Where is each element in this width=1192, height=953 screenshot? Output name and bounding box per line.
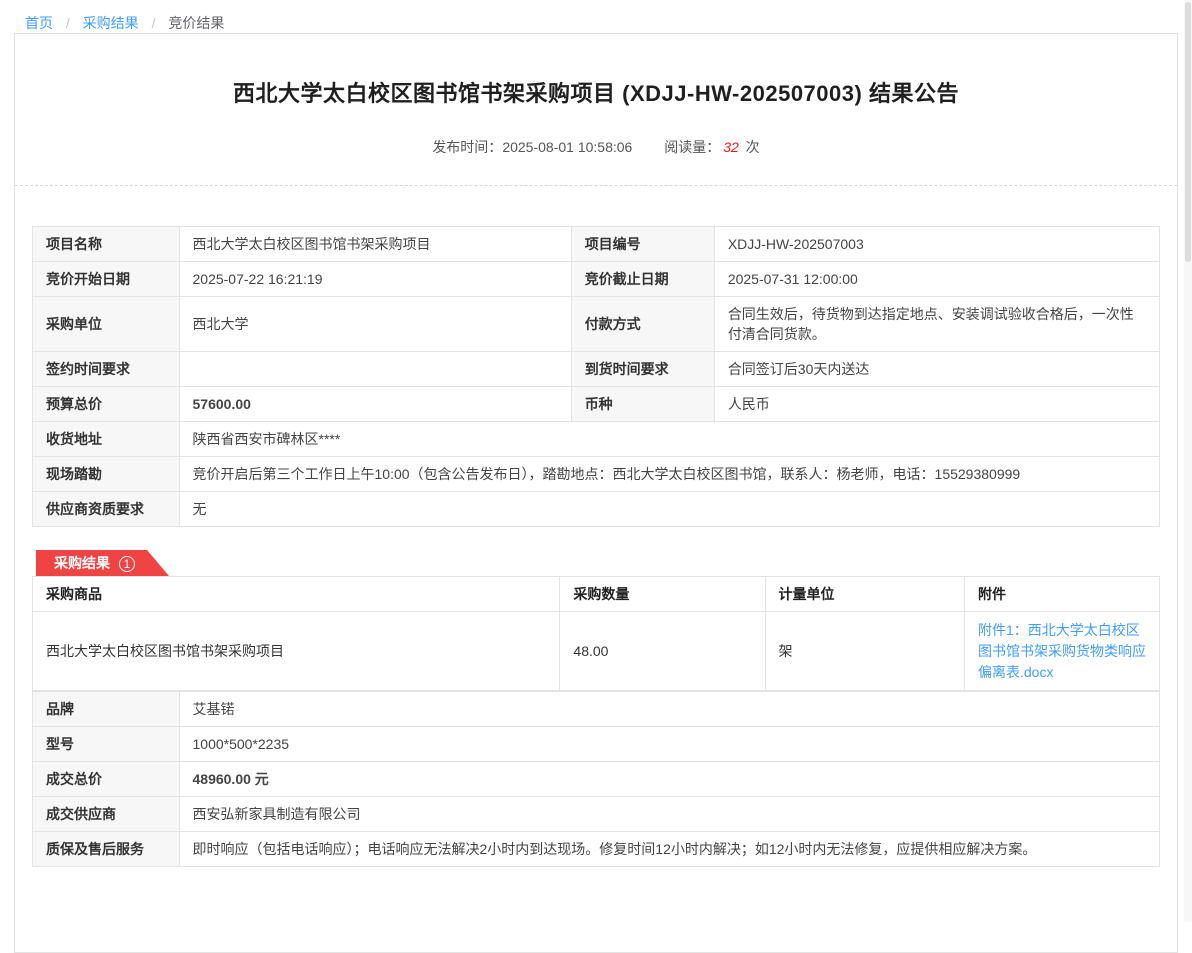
detail-label: 品牌	[33, 692, 180, 727]
detail-label: 质保及售后服务	[33, 832, 180, 867]
info-value: 无	[179, 492, 1160, 527]
col-header-unit: 计量单位	[765, 577, 964, 612]
announcement-card: 西北大学太白校区图书馆书架采购项目 (XDJJ-HW-202507003) 结果…	[14, 33, 1178, 953]
info-label: 到货时间要求	[571, 352, 714, 387]
table-row: 成交供应商 西安弘新家具制造有限公司	[33, 797, 1160, 832]
table-row: 西北大学太白校区图书馆书架采购项目 48.00 架 附件1：西北大学太白校区图书…	[33, 612, 1160, 691]
publish-time: 发布时间：2025-08-01 10:58:06	[432, 139, 632, 155]
deal-total-price: 48960.00 元	[179, 762, 1160, 797]
view-count-number: 32	[723, 139, 739, 155]
supplier-value: 西安弘新家具制造有限公司	[179, 797, 1160, 832]
attachment-link[interactable]: 附件1：西北大学太白校区图书馆书架采购货物类响应偏离表.docx	[978, 620, 1146, 683]
scrollbar-thumb[interactable]	[1185, 2, 1191, 262]
warranty-value: 即时响应（包括电话响应）；电话响应无法解决2小时内到达现场。修复时间12小时内解…	[179, 832, 1160, 867]
info-value: 陕西省西安市碑林区****	[179, 422, 1160, 457]
table-row: 采购单位 西北大学 付款方式 合同生效后，待货物到达指定地点、安装调试验收合格后…	[33, 297, 1160, 352]
info-value: 西北大学	[179, 297, 571, 352]
table-row: 供应商资质要求 无	[33, 492, 1160, 527]
badge-label: 采购结果	[54, 555, 110, 571]
product-name: 西北大学太白校区图书馆书架采购项目	[33, 612, 560, 691]
info-label: 币种	[571, 387, 714, 422]
info-label: 供应商资质要求	[33, 492, 180, 527]
info-value: 合同生效后，待货物到达指定地点、安装调试验收合格后，一次性付清合同货款。	[714, 297, 1159, 352]
table-row: 预算总价 57600.00 币种 人民币	[33, 387, 1160, 422]
table-row: 成交总价 48960.00 元	[33, 762, 1160, 797]
info-value: 2025-07-31 12:00:00	[714, 262, 1159, 297]
budget-total-price: 57600.00	[179, 387, 571, 422]
info-value: 人民币	[714, 387, 1159, 422]
project-info-table: 项目名称 西北大学太白校区图书馆书架采购项目 项目编号 XDJJ-HW-2025…	[32, 226, 1160, 527]
model-value: 1000*500*2235	[179, 727, 1160, 762]
breadcrumb-separator: /	[66, 15, 70, 31]
info-value: 合同签订后30天内送达	[714, 352, 1159, 387]
detail-label: 型号	[33, 727, 180, 762]
col-header-product: 采购商品	[33, 577, 560, 612]
info-label: 竞价截止日期	[571, 262, 714, 297]
table-row: 签约时间要求 到货时间要求 合同签订后30天内送达	[33, 352, 1160, 387]
info-value: 2025-07-22 16:21:19	[179, 262, 571, 297]
info-value: XDJJ-HW-202507003	[714, 227, 1159, 262]
dashed-divider	[15, 185, 1177, 186]
badge-count: 1	[119, 556, 135, 572]
breadcrumb-current-page: 竞价结果	[168, 15, 224, 31]
breadcrumb-separator: /	[152, 15, 156, 31]
breadcrumb-procurement-results-link[interactable]: 采购结果	[83, 15, 139, 31]
detail-label: 成交总价	[33, 762, 180, 797]
view-count: 阅读量：32 次	[664, 139, 759, 155]
product-unit: 架	[765, 612, 964, 691]
table-row: 竞价开始日期 2025-07-22 16:21:19 竞价截止日期 2025-0…	[33, 262, 1160, 297]
info-value: 西北大学太白校区图书馆书架采购项目	[179, 227, 571, 262]
col-header-attachment: 附件	[965, 577, 1160, 612]
info-label: 收货地址	[33, 422, 180, 457]
product-table: 采购商品 采购数量 计量单位 附件 西北大学太白校区图书馆书架采购项目 48.0…	[32, 576, 1160, 691]
deal-detail-table: 品牌 艾基锘 型号 1000*500*2235 成交总价 48960.00 元 …	[32, 691, 1160, 867]
breadcrumb: 首页 / 采购结果 / 竞价结果	[0, 0, 1192, 33]
info-label: 预算总价	[33, 387, 180, 422]
info-value: 竞价开启后第三个工作日上午10:00（包含公告发布日），踏勘地点：西北大学太白校…	[179, 457, 1160, 492]
table-row: 型号 1000*500*2235	[33, 727, 1160, 762]
table-row: 品牌 艾基锘	[33, 692, 1160, 727]
page-title: 西北大学太白校区图书馆书架采购项目 (XDJJ-HW-202507003) 结果…	[32, 76, 1160, 108]
product-quantity: 48.00	[560, 612, 765, 691]
info-value	[179, 352, 571, 387]
info-label: 付款方式	[571, 297, 714, 352]
table-row: 质保及售后服务 即时响应（包括电话响应）；电话响应无法解决2小时内到达现场。修复…	[33, 832, 1160, 867]
announcement-meta: 发布时间：2025-08-01 10:58:06 阅读量：32 次	[32, 137, 1160, 157]
procurement-result-badge: 采购结果 1	[36, 550, 169, 576]
info-label: 现场踏勘	[33, 457, 180, 492]
info-label: 项目名称	[33, 227, 180, 262]
vertical-scrollbar[interactable]	[1184, 0, 1192, 922]
info-label: 采购单位	[33, 297, 180, 352]
table-row: 收货地址 陕西省西安市碑林区****	[33, 422, 1160, 457]
breadcrumb-home-link[interactable]: 首页	[25, 15, 53, 31]
info-label: 竞价开始日期	[33, 262, 180, 297]
detail-label: 成交供应商	[33, 797, 180, 832]
col-header-quantity: 采购数量	[560, 577, 765, 612]
info-label: 签约时间要求	[33, 352, 180, 387]
info-label: 项目编号	[571, 227, 714, 262]
table-header-row: 采购商品 采购数量 计量单位 附件	[33, 577, 1160, 612]
table-row: 项目名称 西北大学太白校区图书馆书架采购项目 项目编号 XDJJ-HW-2025…	[33, 227, 1160, 262]
table-row: 现场踏勘 竞价开启后第三个工作日上午10:00（包含公告发布日），踏勘地点：西北…	[33, 457, 1160, 492]
brand-value: 艾基锘	[179, 692, 1160, 727]
